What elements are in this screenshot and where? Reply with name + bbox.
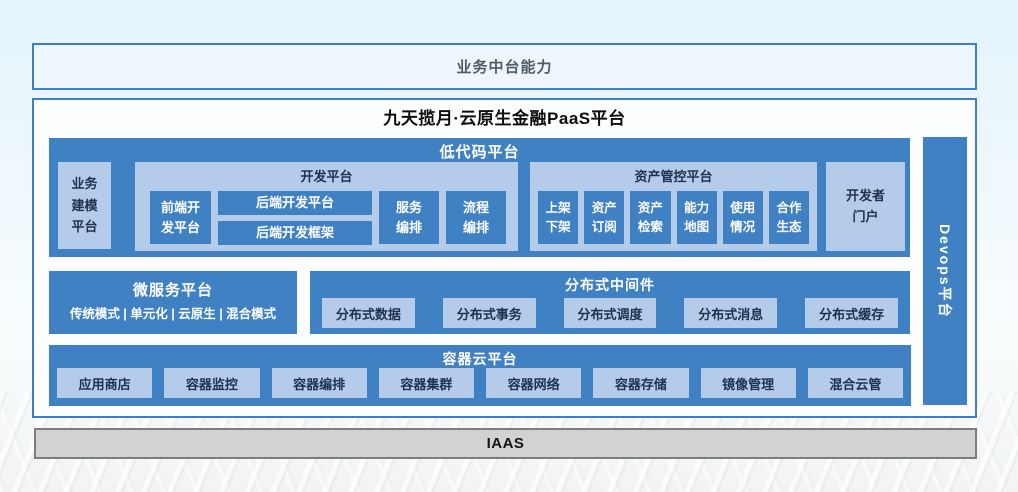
microservice-platform-section: 微服务平台 传统模式 | 单元化 | 云原生 | 混合模式	[49, 271, 297, 334]
microservice-platform-title: 微服务平台	[49, 271, 297, 300]
app-store-block: 应用商店	[57, 368, 152, 398]
distributed-scheduling-block: 分布式调度	[564, 298, 657, 328]
usage-status-line: 情况	[730, 218, 755, 237]
paas-platform-title: 九天揽月·云原生金融PaaS平台	[34, 104, 975, 129]
business-modeling-platform-block: 业务 建模 平台	[58, 162, 111, 249]
distributed-message-block: 分布式消息	[684, 298, 777, 328]
paas-platform-box: 九天揽月·云原生金融PaaS平台 低代码平台 业务 建模 平台 开发平台 前端开…	[32, 98, 977, 418]
asset-control-platform-container: 资产管控平台 上架 下架 资产 订阅 资产 检索 能力	[530, 162, 817, 251]
frontend-dev-platform-block: 前端开 发平台	[150, 191, 211, 244]
iaas-layer-bar: IAAS	[34, 428, 977, 459]
cooperation-ecosystem-block: 合作 生态	[769, 191, 809, 244]
image-management-block: 镜像管理	[701, 368, 796, 398]
cooperation-ecosystem-line: 合作	[776, 199, 801, 218]
dev-platform-container: 开发平台 前端开 发平台 后端开发平台 后端开发框架 服务 编排 流程 编排	[135, 162, 518, 251]
asset-control-platform-title: 资产管控平台	[530, 162, 817, 185]
capability-map-line: 地图	[684, 218, 709, 237]
asset-search-line: 检索	[638, 218, 663, 237]
devops-platform-label: Devops平台	[935, 224, 955, 319]
dev-platform-title: 开发平台	[135, 162, 518, 185]
distributed-data-block: 分布式数据	[322, 298, 415, 328]
developer-portal-block: 开发者 门户	[826, 162, 905, 251]
distributed-transaction-block: 分布式事务	[443, 298, 536, 328]
container-cloud-platform-section: 容器云平台 应用商店 容器监控 容器编排 容器集群 容器网络 容器存储 镜像管理…	[49, 345, 911, 406]
shelf-on-off-block: 上架 下架	[538, 191, 578, 244]
usage-status-line: 使用	[730, 199, 755, 218]
service-orchestration-block: 服务 编排	[379, 191, 439, 244]
business-modeling-line: 业务	[71, 173, 97, 194]
container-monitoring-block: 容器监控	[164, 368, 259, 398]
process-orchestration-line: 编排	[463, 218, 489, 238]
business-modeling-line: 建模	[71, 195, 97, 216]
developer-portal-line: 开发者	[846, 186, 885, 207]
service-orchestration-line: 服务	[396, 198, 422, 218]
business-modeling-line: 平台	[71, 216, 97, 237]
container-storage-block: 容器存储	[593, 368, 688, 398]
container-cluster-block: 容器集群	[379, 368, 474, 398]
middleware-items-row: 分布式数据 分布式事务 分布式调度 分布式消息 分布式缓存	[322, 298, 898, 328]
microservice-modes: 传统模式 | 单元化 | 云原生 | 混合模式	[49, 303, 297, 322]
developer-portal-line: 门户	[852, 207, 878, 228]
asset-subscription-line: 资产	[592, 199, 617, 218]
architecture-diagram: 业务中台能力 九天揽月·云原生金融PaaS平台 低代码平台 业务 建模 平台 开…	[0, 0, 1018, 492]
service-orchestration-line: 编排	[396, 218, 422, 238]
asset-subscription-block: 资产 订阅	[584, 191, 624, 244]
backend-dev-platform-block: 后端开发平台	[218, 191, 372, 215]
container-network-block: 容器网络	[486, 368, 581, 398]
cooperation-ecosystem-line: 生态	[776, 218, 801, 237]
lowcode-platform-title: 低代码平台	[49, 138, 910, 162]
asset-control-items-row: 上架 下架 资产 订阅 资产 检索 能力 地图	[538, 191, 809, 244]
hybrid-cloud-management-block: 混合云管	[808, 368, 903, 398]
capability-map-line: 能力	[684, 199, 709, 218]
distributed-cache-block: 分布式缓存	[805, 298, 898, 328]
container-cloud-items-row: 应用商店 容器监控 容器编排 容器集群 容器网络 容器存储 镜像管理 混合云管	[57, 368, 903, 398]
frontend-dev-line: 前端开	[161, 198, 200, 218]
business-middle-platform-banner: 业务中台能力	[32, 43, 977, 90]
capability-map-block: 能力 地图	[677, 191, 717, 244]
shelf-on-off-line: 上架	[546, 199, 571, 218]
container-cloud-title: 容器云平台	[49, 345, 911, 369]
distributed-middleware-section: 分布式中间件 分布式数据 分布式事务 分布式调度 分布式消息 分布式缓存	[310, 271, 910, 334]
process-orchestration-line: 流程	[463, 198, 489, 218]
devops-platform-bar: Devops平台	[923, 137, 967, 405]
shelf-on-off-line: 下架	[546, 218, 571, 237]
usage-status-block: 使用 情况	[723, 191, 763, 244]
asset-search-block: 资产 检索	[630, 191, 670, 244]
frontend-dev-line: 发平台	[161, 218, 200, 238]
business-middle-platform-label: 业务中台能力	[456, 56, 552, 77]
asset-search-line: 资产	[638, 199, 663, 218]
distributed-middleware-title: 分布式中间件	[310, 271, 910, 295]
iaas-label: IAAS	[487, 435, 525, 452]
backend-dev-framework-block: 后端开发框架	[218, 221, 372, 245]
process-orchestration-block: 流程 编排	[446, 191, 506, 244]
asset-subscription-line: 订阅	[592, 218, 617, 237]
lowcode-platform-section: 低代码平台 业务 建模 平台 开发平台 前端开 发平台 后端开发平台 后端开发框…	[49, 138, 910, 257]
container-orchestration-block: 容器编排	[272, 368, 367, 398]
